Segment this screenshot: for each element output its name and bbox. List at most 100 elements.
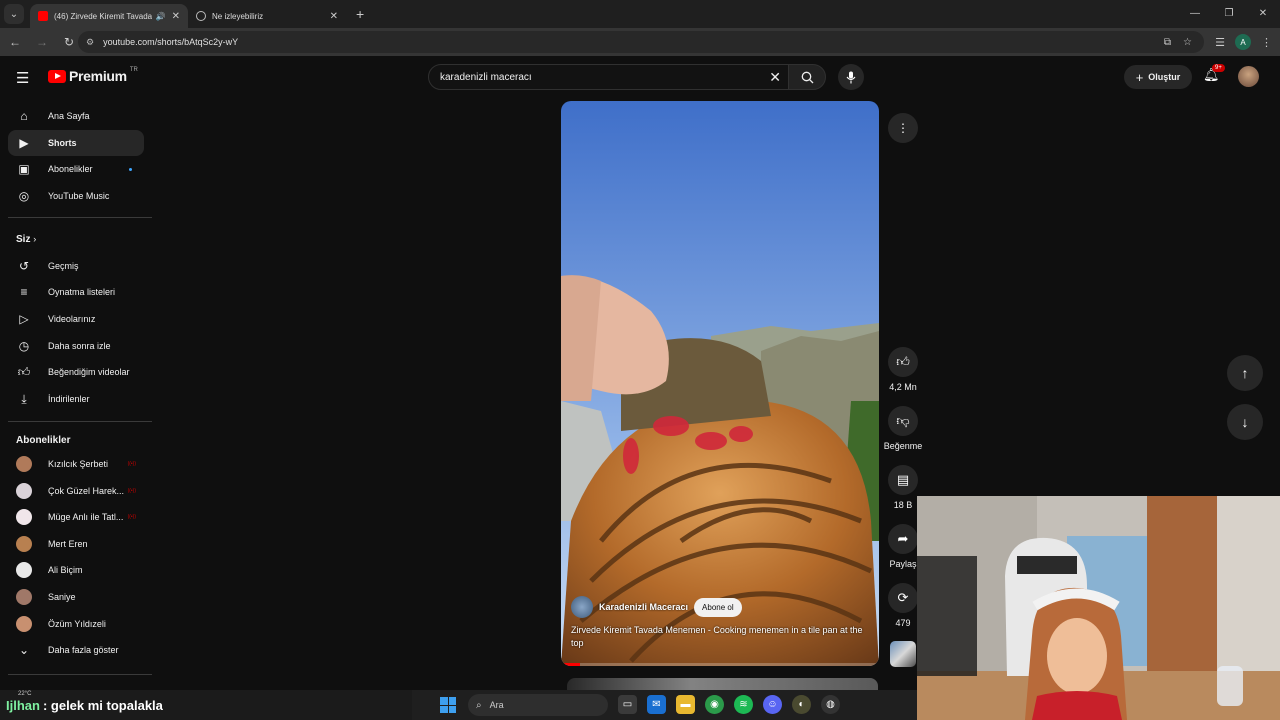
taskbar-search-placeholder: Ara — [489, 700, 504, 710]
youtube-favicon-icon — [38, 11, 48, 21]
discord-icon[interactable]: ☺ — [763, 695, 782, 714]
sidebar-item-playlists[interactable]: ≡ Oynatma listeleri — [8, 279, 144, 305]
outlook-icon[interactable]: ✉ — [647, 695, 666, 714]
subscription-channel[interactable]: Saniye — [8, 584, 144, 610]
sidebar-item-shorts[interactable]: ▶ Shorts — [8, 130, 144, 156]
share-arrow-icon: ➦ — [897, 531, 909, 546]
like-button[interactable]: 👍︎ — [888, 347, 918, 377]
subscription-channel[interactable]: Çok Güzel Harek... ((•)) — [8, 478, 144, 504]
previous-short-button[interactable]: ↑ — [1227, 355, 1263, 391]
user-avatar[interactable] — [1238, 66, 1259, 87]
like-action: 👍︎ 4,2 Mn — [880, 347, 926, 392]
sidebar-item-label: Shorts — [48, 138, 77, 148]
windows-start-icon[interactable] — [440, 697, 456, 713]
sidebar-item-history[interactable]: ↺ Geçmiş — [8, 253, 144, 279]
tab-search-button[interactable]: ⌄ — [4, 4, 24, 24]
dislike-button[interactable]: 👎︎ — [888, 406, 918, 436]
sidebar-item-label: Mert Eren — [48, 539, 88, 549]
sidebar-item-liked-videos[interactable]: 👍︎ Beğendiğim videolar — [8, 359, 144, 385]
chrome-icon[interactable]: ◉ — [705, 695, 724, 714]
tab-youtube[interactable]: (46) Zirvede Kiremit Tavada Menemen 🔊 ✕ — [30, 4, 188, 28]
next-short-button[interactable]: ↓ — [1227, 404, 1263, 440]
create-button[interactable]: + Oluştur — [1124, 65, 1192, 89]
file-explorer-icon[interactable]: ▬ — [676, 695, 695, 714]
channel-avatar[interactable] — [571, 596, 593, 618]
task-view-icon[interactable]: ▭ — [618, 695, 637, 714]
back-arrow-icon[interactable]: ← — [3, 35, 27, 49]
taskbar-search[interactable]: ⌕ Ara — [468, 694, 608, 716]
arrow-up-icon: ↑ — [1241, 365, 1249, 381]
sidebar-item-subscriptions[interactable]: ▣ Abonelikler — [8, 156, 144, 182]
notifications-button[interactable]: 🔔︎ 9+ — [1203, 64, 1225, 83]
search-value: karadenizli maceracı — [440, 71, 532, 83]
forward-arrow-icon[interactable]: → — [30, 35, 54, 49]
search-button[interactable] — [788, 64, 826, 90]
address-bar[interactable]: ⚙ youtube.com/shorts/bAtqSc2y-wY ⧉ ☆ — [78, 31, 1204, 53]
sidebar-item-label: Beğendiğim videolar — [48, 367, 130, 377]
site-info-icon[interactable]: ⚙ — [86, 37, 94, 48]
shorts-video-player[interactable]: Karadenizli Maceracı Abone ol Zirvede Ki… — [561, 101, 879, 666]
subscriptions-icon: ▣ — [18, 162, 30, 176]
live-indicator-icon: ((•)) — [127, 514, 136, 520]
new-tab-plus-icon[interactable]: + — [356, 6, 364, 22]
subscription-channel[interactable]: Müge Anlı ile Tatl... ((•)) — [8, 504, 144, 530]
search-input[interactable]: karadenizli maceracı ✕ — [428, 64, 790, 90]
subscribe-button[interactable]: Abone ol — [694, 597, 742, 617]
playlist-icon: ≡ — [20, 285, 28, 299]
close-window-icon[interactable]: ✕ — [1246, 0, 1280, 28]
tab-ne-izleyebiliriz[interactable]: Ne izleyebiliriz ✕ — [188, 4, 346, 28]
remix-button[interactable]: ⟳ — [888, 583, 918, 613]
restore-icon[interactable]: ❐ — [1212, 0, 1246, 28]
video-progress-bar[interactable] — [561, 663, 879, 666]
sidebar-item-label: İndirilenler — [48, 394, 90, 404]
obs-icon[interactable]: ◍ — [821, 695, 840, 714]
sidebar-item-watch-later[interactable]: ◷ Daha sonra izle — [8, 333, 144, 359]
show-more-button[interactable]: ⌄ Daha fazla göster — [8, 637, 144, 663]
channel-avatar — [16, 589, 32, 605]
sidebar: ⌂ Ana Sayfa ▶ Shorts ▣ Abonelikler ◎ You… — [0, 100, 160, 690]
app-icon[interactable]: ◐ — [792, 695, 811, 714]
browser-menu-icon[interactable]: ⋮ — [1261, 36, 1272, 49]
sidebar-item-downloads[interactable]: ⤓ İndirilenler — [8, 386, 144, 412]
download-icon: ⤓ — [21, 391, 27, 406]
sidebar-item-your-videos[interactable]: ▷ Videolarınız — [8, 306, 144, 332]
subscription-channel[interactable]: Mert Eren — [8, 531, 144, 557]
subscription-channel[interactable]: Kızılcık Şerbeti ((•)) — [8, 451, 144, 477]
sidebar-divider — [8, 674, 152, 675]
clear-search-icon[interactable]: ✕ — [769, 69, 781, 86]
channel-name[interactable]: Karadenizli Maceracı — [599, 602, 688, 612]
subscription-channel[interactable]: Özüm Yıldızeli — [8, 611, 144, 637]
tab-close-icon[interactable]: ✕ — [172, 11, 180, 22]
tab-close-icon[interactable]: ✕ — [330, 11, 338, 22]
search-icon: ⌕ — [476, 699, 482, 711]
short-info: Karadenizli Maceracı Abone ol Zirvede Ki… — [571, 596, 869, 650]
minimize-icon[interactable]: — — [1178, 0, 1212, 28]
share-button[interactable]: ➦ — [888, 524, 918, 554]
cast-icon[interactable]: ⧉ — [1164, 37, 1171, 48]
your-videos-icon: ▷ — [19, 312, 29, 326]
tab-audio-icon[interactable]: 🔊 — [156, 12, 166, 21]
sidebar-item-home[interactable]: ⌂ Ana Sayfa — [8, 103, 144, 129]
webcam-image — [917, 496, 1280, 720]
reading-list-icon[interactable]: ☰ — [1215, 36, 1225, 49]
voice-search-button[interactable] — [838, 64, 864, 90]
url-text: youtube.com/shorts/bAtqSc2y-wY — [103, 37, 239, 47]
sound-thumbnail[interactable] — [890, 641, 916, 667]
logo-text: Premium — [69, 68, 127, 84]
new-content-dot — [129, 167, 132, 171]
profile-avatar[interactable]: A — [1235, 34, 1251, 50]
hamburger-menu-icon[interactable]: ☰ — [16, 69, 29, 87]
you-section-heading[interactable]: Siz › — [16, 234, 36, 245]
sidebar-item-youtube-music[interactable]: ◎ YouTube Music — [8, 183, 144, 209]
weather-widget[interactable]: 22°C — [18, 691, 31, 697]
music-icon: ◎ — [18, 189, 30, 203]
spotify-icon[interactable]: ≋ — [734, 695, 753, 714]
live-indicator-icon: ((•)) — [127, 461, 136, 467]
sidebar-item-label: Çok Güzel Harek... — [48, 486, 125, 496]
subscription-channel[interactable]: Ali Biçim — [8, 557, 144, 583]
youtube-premium-logo[interactable]: Premium TR — [48, 67, 138, 84]
short-description[interactable]: Zirvede Kiremit Tavada Menemen - Cooking… — [571, 624, 869, 650]
comments-button[interactable]: ▤ — [888, 465, 918, 495]
more-options-button[interactable]: ⋮ — [888, 113, 918, 143]
bookmark-star-icon[interactable]: ☆ — [1183, 37, 1192, 48]
